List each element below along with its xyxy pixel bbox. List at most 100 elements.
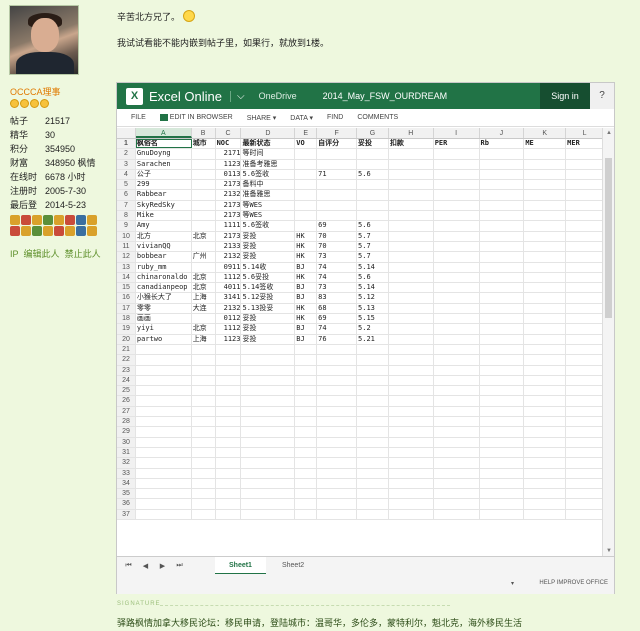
cell[interactable] (317, 468, 358, 478)
cell[interactable]: 2171 (216, 149, 242, 159)
cell[interactable] (566, 231, 604, 241)
cell[interactable] (295, 375, 318, 386)
cell[interactable]: NOC (216, 139, 242, 149)
cell[interactable] (524, 437, 567, 447)
row-header[interactable]: 34 (117, 478, 136, 489)
cell[interactable] (295, 499, 318, 509)
cell[interactable] (566, 334, 604, 344)
cell[interactable] (566, 417, 604, 427)
ribbon-find[interactable]: FIND (327, 114, 343, 121)
cell[interactable]: 5.12 (357, 293, 389, 303)
cell[interactable]: 299 (136, 180, 192, 190)
cell[interactable] (480, 489, 525, 499)
cell[interactable] (524, 334, 567, 344)
cell[interactable] (241, 386, 296, 396)
cell[interactable] (192, 211, 216, 221)
cell[interactable] (357, 365, 389, 375)
cell[interactable] (566, 252, 604, 262)
cell[interactable] (241, 344, 296, 355)
cell[interactable]: 5.14签收 (241, 283, 296, 293)
cell[interactable] (389, 417, 434, 427)
cell[interactable]: 0112 (216, 314, 242, 324)
cell[interactable]: 83 (317, 293, 358, 303)
cell[interactable] (389, 396, 434, 406)
ribbon-share[interactable]: SHARE ▾ (247, 114, 277, 122)
cell[interactable]: PER (434, 139, 480, 149)
cell[interactable] (357, 427, 389, 437)
cell[interactable] (136, 458, 192, 468)
cell[interactable] (389, 489, 434, 499)
cell[interactable] (524, 200, 567, 211)
cell[interactable]: 0113 (216, 169, 242, 180)
cell[interactable] (295, 458, 318, 468)
cell[interactable] (524, 406, 567, 417)
cell[interactable] (480, 262, 525, 272)
cell[interactable] (216, 468, 242, 478)
cell[interactable] (295, 417, 318, 427)
cell[interactable] (192, 180, 216, 190)
cell[interactable] (566, 241, 604, 252)
cell[interactable] (480, 241, 525, 252)
cell[interactable] (434, 406, 480, 417)
row-header[interactable]: 15 (117, 283, 136, 293)
cell[interactable]: 枫俗名 (135, 139, 192, 149)
cell[interactable] (136, 427, 192, 437)
cell[interactable] (524, 355, 567, 365)
cell[interactable]: 5.7 (357, 241, 389, 252)
row-header[interactable]: 17 (117, 303, 136, 314)
row-header[interactable]: 25 (117, 386, 136, 396)
cell[interactable] (192, 200, 216, 211)
cell[interactable]: 北京 (192, 324, 216, 334)
cell[interactable]: 公子 (136, 169, 192, 180)
ribbon-edit-in-browser[interactable]: EDIT IN BROWSER (159, 114, 233, 121)
cell[interactable] (566, 272, 604, 283)
cell[interactable] (357, 478, 389, 489)
cell[interactable] (136, 386, 192, 396)
cell[interactable] (389, 149, 434, 159)
cell[interactable]: 零零 (136, 303, 192, 314)
cell[interactable] (241, 489, 296, 499)
cell[interactable]: BJ (295, 262, 318, 272)
cell[interactable]: 广州 (192, 252, 216, 262)
cell[interactable] (480, 211, 525, 221)
cell[interactable] (192, 489, 216, 499)
cell[interactable]: Rabbear (136, 190, 192, 200)
cell[interactable]: HK (295, 252, 318, 262)
cell[interactable] (434, 334, 480, 344)
cell[interactable]: 5.2 (357, 324, 389, 334)
cell[interactable] (524, 252, 567, 262)
cell[interactable] (192, 159, 216, 169)
cell[interactable] (216, 375, 242, 386)
row-header[interactable]: 16 (117, 293, 136, 303)
cell[interactable] (524, 221, 567, 231)
cell[interactable] (434, 190, 480, 200)
cell[interactable]: HK (295, 231, 318, 241)
cell[interactable]: 妥投 (241, 314, 296, 324)
cell[interactable] (434, 344, 480, 355)
row-header[interactable]: 28 (117, 417, 136, 427)
cell[interactable]: canadianpeop (136, 283, 192, 293)
cell[interactable] (317, 355, 358, 365)
cell[interactable] (389, 241, 434, 252)
cell[interactable]: Amy (136, 221, 192, 231)
cell[interactable]: 北方 (136, 231, 192, 241)
cell[interactable]: 画画 (136, 314, 192, 324)
cell[interactable] (480, 303, 525, 314)
cell[interactable] (317, 180, 358, 190)
cell[interactable] (480, 437, 525, 447)
cell[interactable]: 妥投 (241, 324, 296, 334)
cell[interactable]: Sarachen (136, 159, 192, 169)
cell[interactable] (524, 344, 567, 355)
cell[interactable] (389, 293, 434, 303)
cell[interactable] (434, 272, 480, 283)
cell[interactable] (480, 406, 525, 417)
cell[interactable] (357, 159, 389, 169)
cell[interactable] (295, 159, 318, 169)
cell[interactable] (524, 231, 567, 241)
cell[interactable] (566, 190, 604, 200)
cell[interactable] (357, 468, 389, 478)
cell[interactable] (480, 314, 525, 324)
cell[interactable] (524, 509, 567, 519)
cell[interactable] (524, 159, 567, 169)
cell[interactable]: BJ (295, 283, 318, 293)
